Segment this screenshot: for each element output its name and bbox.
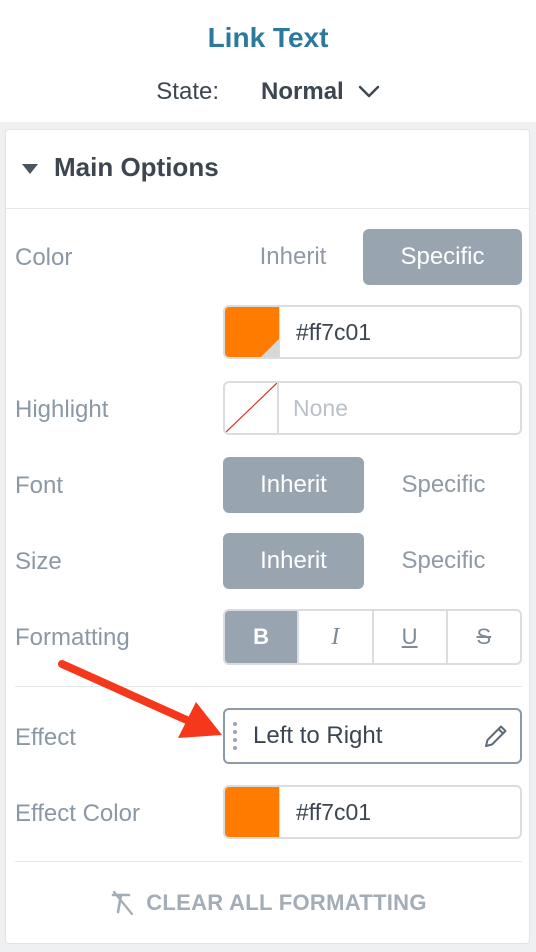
swatch-corner — [261, 339, 279, 357]
section-header-main-options[interactable]: Main Options — [6, 130, 529, 209]
effect-color-swatch[interactable] — [225, 787, 280, 837]
annotation-arrow — [58, 660, 222, 738]
effect-color-field[interactable]: #ff7c01 — [223, 785, 522, 839]
clear-all-formatting-label: CLEAR ALL FORMATTING — [146, 890, 427, 915]
highlight-placeholder[interactable]: None — [293, 395, 348, 422]
color-inherit-option[interactable]: Inherit — [228, 229, 358, 285]
clear-format-icon — [111, 890, 134, 916]
size-label: Size — [15, 548, 62, 575]
panel-title: Link Text — [207, 22, 329, 53]
state-selector[interactable]: State: Normal — [0, 76, 536, 108]
highlight-label: Highlight — [15, 396, 109, 423]
underline-button[interactable]: U — [374, 611, 448, 663]
footer-divider — [15, 861, 522, 862]
effect-value[interactable]: Left to Right — [253, 722, 482, 750]
color-hex-value[interactable]: #ff7c01 — [296, 319, 371, 346]
chevron-down-icon[interactable] — [358, 85, 380, 99]
font-inherit-option[interactable]: Inherit — [223, 457, 364, 513]
panel-header: Link Text State: Normal — [0, 0, 536, 122]
color-specific-option[interactable]: Specific — [363, 229, 522, 285]
formatting-label: Formatting — [15, 624, 130, 651]
effect-color-label: Effect Color — [15, 800, 140, 827]
section-title: Main Options — [54, 152, 219, 182]
no-color-swatch-icon[interactable] — [225, 383, 279, 433]
color-swatch[interactable] — [225, 307, 280, 357]
caret-down-icon[interactable] — [22, 164, 38, 174]
clear-all-formatting-button[interactable]: CLEAR ALL FORMATTING — [6, 878, 529, 928]
color-label: Color — [15, 244, 73, 271]
effect-color-hex-value[interactable]: #ff7c01 — [296, 799, 371, 826]
pencil-icon[interactable] — [482, 722, 510, 750]
state-value[interactable]: Normal — [261, 78, 344, 106]
state-label: State: — [156, 78, 220, 105]
color-picker-field[interactable]: #ff7c01 — [223, 305, 522, 359]
highlight-color-field[interactable]: None — [223, 381, 522, 435]
font-label: Font — [15, 472, 64, 499]
strikethrough-button[interactable]: S — [448, 611, 520, 663]
size-inherit-option[interactable]: Inherit — [223, 533, 364, 589]
formatting-button-group: B I U S — [223, 609, 522, 665]
size-specific-option[interactable]: Specific — [371, 533, 516, 589]
effect-field[interactable]: Left to Right — [223, 708, 522, 764]
font-specific-option[interactable]: Specific — [371, 457, 516, 513]
italic-button[interactable]: I — [299, 611, 374, 663]
main-options-card: Main Options Color Inherit Specific #ff7… — [5, 129, 530, 944]
